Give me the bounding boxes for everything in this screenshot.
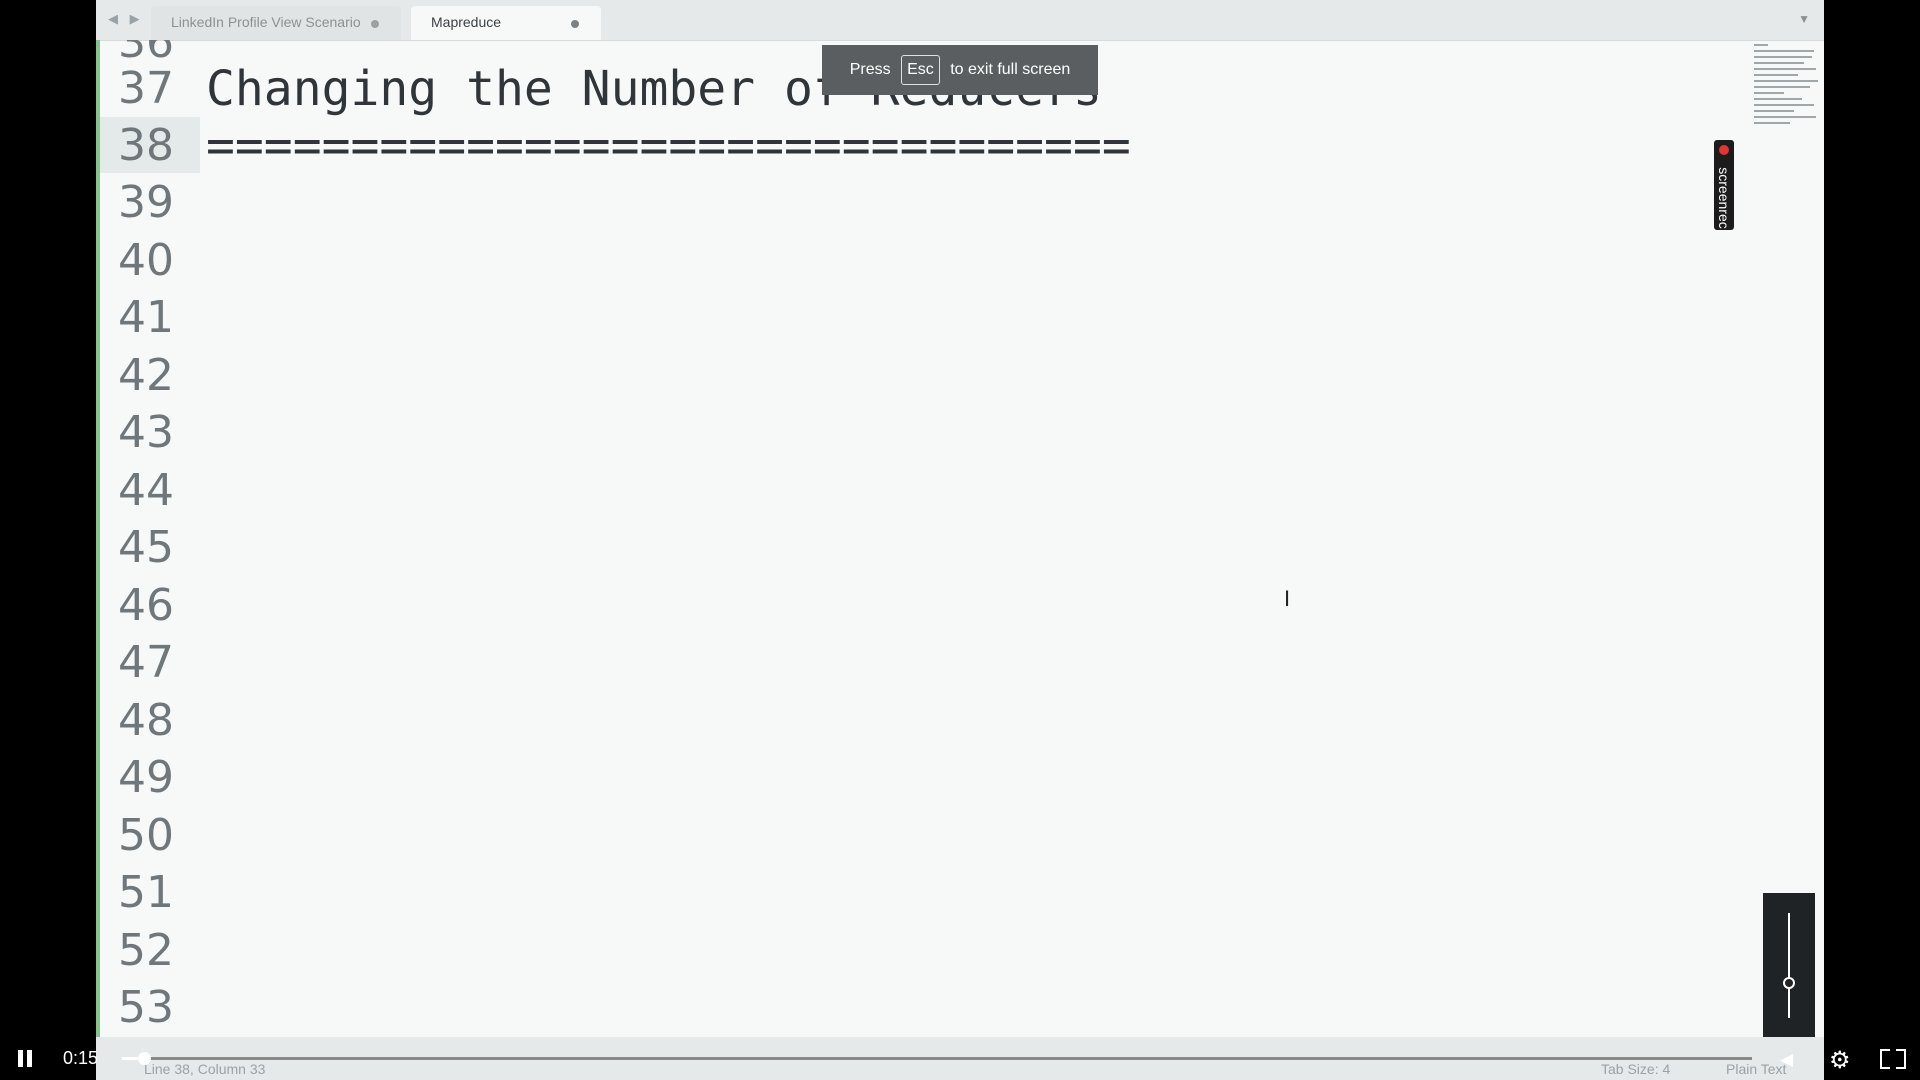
screenrec-label: screenrec <box>1716 167 1732 229</box>
line-number: 44 <box>118 465 174 516</box>
tab-mapreduce[interactable]: Mapreduce <box>411 6 601 40</box>
line-number: 53 <box>118 982 174 1033</box>
toast-suffix: to exit full screen <box>950 61 1071 78</box>
unsaved-dot-icon[interactable] <box>371 20 379 28</box>
line-number: 51 <box>118 867 174 918</box>
exit-fullscreen-icon[interactable] <box>1880 1049 1906 1069</box>
line-number: 42 <box>118 350 174 401</box>
tab-linkedin-profile-view-scenario[interactable]: LinkedIn Profile View Scenario <box>151 6 401 40</box>
line-number: 45 <box>118 522 174 573</box>
volume-icon[interactable]: ◀ <box>1780 1050 1793 1070</box>
esc-key-badge: Esc <box>901 55 940 85</box>
volume-slider-panel[interactable] <box>1763 893 1815 1037</box>
code-line-underline[interactable]: ================================ <box>206 117 1131 175</box>
toast-prefix: Press <box>849 61 891 78</box>
settings-gear-icon[interactable]: ⚙ <box>1829 1046 1851 1075</box>
line-number: 49 <box>118 752 174 803</box>
line-number-current: 38 <box>118 120 174 171</box>
screenrec-badge[interactable]: screenrec <box>1714 140 1734 230</box>
line-number: 46 <box>118 580 174 631</box>
playback-time: 0:15 <box>63 1048 99 1068</box>
progress-fill <box>122 1057 139 1060</box>
progress-bar[interactable] <box>122 1052 1752 1065</box>
line-number: 39 <box>118 177 174 228</box>
line-number: 47 <box>118 637 174 688</box>
line-number: 48 <box>118 695 174 746</box>
line-number-gutter: 36 37 38 39 40 41 42 43 44 45 46 47 48 4… <box>100 40 200 1037</box>
tab-label: Mapreduce <box>431 14 502 30</box>
text-cursor-icon: I <box>1284 586 1291 611</box>
video-player-controls: 0:15 ◀ ⚙ <box>0 1037 1920 1080</box>
line-number: 43 <box>118 407 174 458</box>
volume-track[interactable] <box>1788 913 1790 1018</box>
line-number: 52 <box>118 925 174 976</box>
editor-window: ◀ ▶ LinkedIn Profile View Scenario Mapre… <box>96 0 1824 1037</box>
tab-bar: ◀ ▶ LinkedIn Profile View Scenario Mapre… <box>96 0 1824 41</box>
tab-label: LinkedIn Profile View Scenario <box>171 14 361 30</box>
progress-scrubber[interactable] <box>138 1052 152 1065</box>
line-number: 41 <box>118 292 174 343</box>
minimap[interactable] <box>1754 40 1822 150</box>
line-number: 37 <box>118 63 174 114</box>
tab-menu-chevron-icon[interactable]: ▼ <box>1798 12 1810 26</box>
line-number: 40 <box>118 235 174 286</box>
fullscreen-toast: Press Esc to exit full screen <box>822 45 1098 95</box>
volume-knob[interactable] <box>1783 977 1795 990</box>
pause-button[interactable] <box>18 1050 32 1067</box>
line-number: 50 <box>118 810 174 861</box>
unsaved-dot-icon[interactable] <box>571 20 579 28</box>
record-icon <box>1719 145 1729 155</box>
tab-navigation-arrows[interactable]: ◀ ▶ <box>108 11 144 27</box>
